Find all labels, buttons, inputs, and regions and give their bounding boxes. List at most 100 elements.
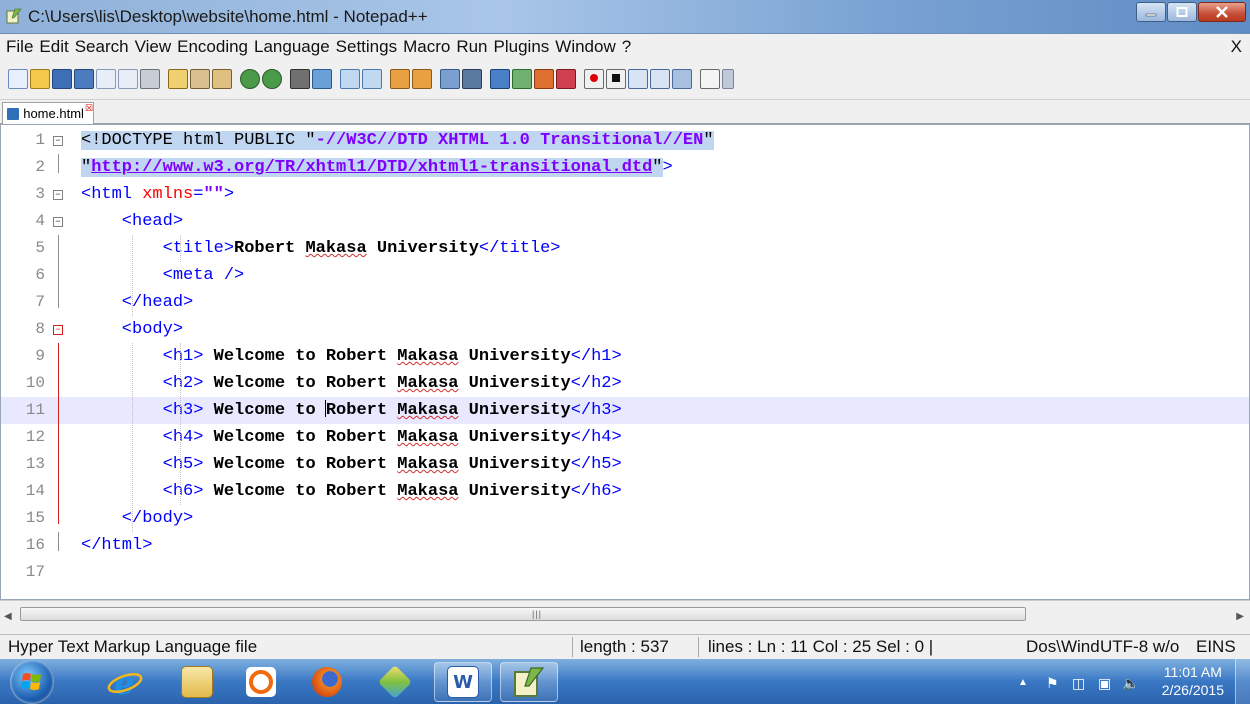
menu-bar: File Edit Search View Encoding Language …: [0, 34, 1250, 60]
code-line[interactable]: 16 </html>: [1, 532, 1249, 559]
code-line[interactable]: 17: [1, 559, 1249, 586]
function-list-icon[interactable]: [534, 69, 554, 89]
scroll-right-arrow-icon[interactable]: ▶: [1236, 611, 1244, 622]
code-line[interactable]: 6 <meta />: [1, 262, 1249, 289]
volume-icon[interactable]: 🔈: [1122, 675, 1139, 692]
stop-macro-icon[interactable]: [606, 69, 626, 89]
fold-toggle-icon[interactable]: −: [53, 325, 63, 335]
print-icon[interactable]: [140, 69, 160, 89]
code-line[interactable]: 9 <h1> Welcome to Robert Makasa Universi…: [1, 343, 1249, 370]
code-line[interactable]: 7 </head>: [1, 289, 1249, 316]
save-icon[interactable]: [52, 69, 72, 89]
code-line[interactable]: 14 <h6> Welcome to Robert Makasa Univers…: [1, 478, 1249, 505]
close-all-icon[interactable]: [118, 69, 138, 89]
menu-file[interactable]: File: [6, 37, 33, 57]
record-macro-icon[interactable]: [584, 69, 604, 89]
indent-guide-icon[interactable]: [490, 69, 510, 89]
paste-icon[interactable]: [212, 69, 232, 89]
clock[interactable]: 11:01 AM 2/26/2015: [1162, 663, 1224, 699]
action-center-flag-icon[interactable]: ⚑: [1046, 675, 1059, 692]
code-line[interactable]: 5 <title>Robert Makasa University</title…: [1, 235, 1249, 262]
menu-plugins[interactable]: Plugins: [494, 37, 550, 57]
doc-map-icon[interactable]: [512, 69, 532, 89]
show-hidden-icons-icon[interactable]: ▲: [1018, 677, 1028, 688]
network-icon[interactable]: ▣: [1098, 675, 1111, 692]
undo-icon[interactable]: [240, 69, 260, 89]
fold-toggle-icon[interactable]: −: [53, 217, 63, 227]
code-text: <head>: [81, 208, 183, 235]
code-token: Makasa: [397, 428, 459, 447]
minimize-button[interactable]: [1136, 2, 1166, 22]
scrollbar-thumb[interactable]: |||: [20, 607, 1026, 621]
cut-icon[interactable]: [168, 69, 188, 89]
menu-view[interactable]: View: [135, 37, 172, 57]
code-line[interactable]: 11 <h3> Welcome to Robert Makasa Univers…: [1, 397, 1249, 424]
code-token: University: [458, 428, 571, 447]
taskbar-word[interactable]: W: [434, 662, 492, 702]
fold-toggle-icon[interactable]: −: [53, 190, 63, 200]
menu-encoding[interactable]: Encoding: [177, 37, 248, 57]
play-macro-icon[interactable]: [628, 69, 648, 89]
folder-workspace-icon[interactable]: [556, 69, 576, 89]
menu-language[interactable]: Language: [254, 37, 330, 57]
code-line[interactable]: 12 <h4> Welcome to Robert Makasa Univers…: [1, 424, 1249, 451]
code-editor[interactable]: 1− <!DOCTYPE html PUBLIC "-//W3C//DTD XHT…: [0, 124, 1250, 600]
close-window-button[interactable]: [1198, 2, 1246, 22]
new-file-icon[interactable]: [8, 69, 28, 89]
save-all-icon[interactable]: [74, 69, 94, 89]
menu-edit[interactable]: Edit: [39, 37, 68, 57]
code-line[interactable]: 13 <h5> Welcome to Robert Makasa Univers…: [1, 451, 1249, 478]
code-token: Welcome to: [203, 401, 326, 420]
status-length: length : 537: [580, 637, 669, 656]
code-token: </h1>: [570, 347, 622, 366]
show-all-chars-icon[interactable]: [462, 69, 482, 89]
show-desktop-button[interactable]: [1235, 659, 1250, 704]
menu-settings[interactable]: Settings: [336, 37, 397, 57]
menu-help[interactable]: ?: [622, 37, 631, 57]
maximize-button[interactable]: [1167, 2, 1197, 22]
word-wrap-icon[interactable]: [440, 69, 460, 89]
code-line[interactable]: 10 <h2> Welcome to Robert Makasa Univers…: [1, 370, 1249, 397]
power-plug-icon[interactable]: ◫: [1072, 675, 1085, 692]
code-token: >: [223, 185, 235, 204]
close-file-icon[interactable]: [96, 69, 116, 89]
menu-window[interactable]: Window: [555, 37, 615, 57]
zoom-in-icon[interactable]: [340, 69, 360, 89]
code-line[interactable]: 8− <body>: [1, 316, 1249, 343]
replace-icon[interactable]: [312, 69, 332, 89]
taskbar-file-explorer[interactable]: [168, 662, 226, 702]
tab-home-html[interactable]: home.html ☒: [2, 102, 94, 124]
menu-macro[interactable]: Macro: [403, 37, 450, 57]
menu-run[interactable]: Run: [456, 37, 487, 57]
taskbar-notepad-plus-plus[interactable]: [500, 662, 558, 702]
line-number: 4: [35, 212, 45, 230]
code-line[interactable]: 15 </body>: [1, 505, 1249, 532]
menu-search[interactable]: Search: [75, 37, 129, 57]
fold-toggle-icon[interactable]: −: [53, 136, 63, 146]
sync-horizontal-icon[interactable]: [412, 69, 432, 89]
spell-check-icon[interactable]: [700, 69, 720, 89]
code-token: Welcome to Robert: [203, 374, 398, 393]
horizontal-scrollbar[interactable]: ◀ ||| ▶: [0, 600, 1250, 634]
zoom-out-icon[interactable]: [362, 69, 382, 89]
code-line[interactable]: 4− <head>: [1, 208, 1249, 235]
save-macro-icon[interactable]: [672, 69, 692, 89]
redo-icon[interactable]: [262, 69, 282, 89]
copy-icon[interactable]: [190, 69, 210, 89]
start-button[interactable]: [10, 660, 54, 704]
sync-vertical-icon[interactable]: [390, 69, 410, 89]
taskbar-internet-explorer[interactable]: e: [96, 662, 154, 702]
code-line[interactable]: 3− <html xmlns="">: [1, 181, 1249, 208]
tab-close-icon[interactable]: ☒: [85, 103, 93, 114]
taskbar-firefox[interactable]: [298, 662, 356, 702]
toolbar-overflow-icon[interactable]: [722, 69, 734, 89]
taskbar-media-player[interactable]: [232, 662, 290, 702]
close-document-button[interactable]: X: [1231, 37, 1242, 57]
code-line[interactable]: 2 "http://www.w3.org/TR/xhtml1/DTD/xhtml1…: [1, 154, 1249, 181]
code-line[interactable]: 1− <!DOCTYPE html PUBLIC "-//W3C//DTD XHT…: [1, 127, 1249, 154]
run-macro-multiple-icon[interactable]: [650, 69, 670, 89]
find-icon[interactable]: [290, 69, 310, 89]
open-file-icon[interactable]: [30, 69, 50, 89]
taskbar-paint[interactable]: [366, 662, 424, 702]
scroll-left-arrow-icon[interactable]: ◀: [4, 611, 12, 622]
